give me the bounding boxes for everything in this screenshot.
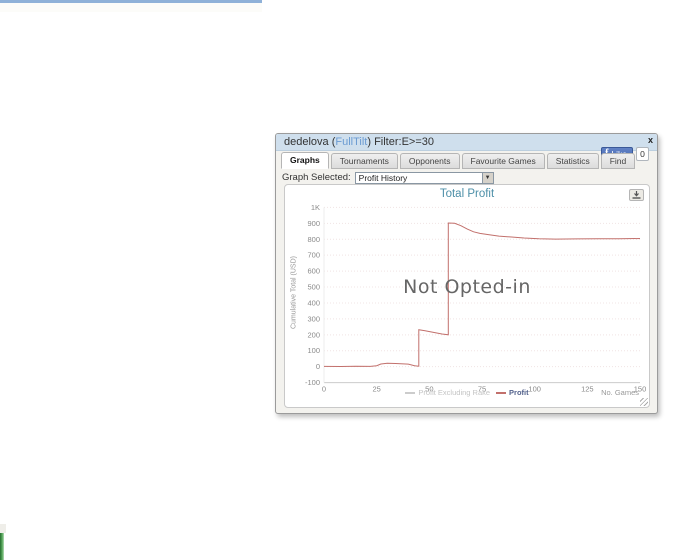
tab-statistics[interactable]: Statistics <box>546 153 599 169</box>
graph-select-value: Profit History <box>358 172 408 183</box>
x-axis-title: No. Games <box>601 388 639 397</box>
tab-favourite-games[interactable]: Favourite Games <box>461 153 545 169</box>
svg-text:1K: 1K <box>311 203 320 212</box>
svg-text:800: 800 <box>307 235 320 244</box>
svg-text:300: 300 <box>307 314 320 323</box>
tab-find[interactable]: Find <box>600 153 636 169</box>
not-opted-in-watermark: Not Opted-in <box>403 276 531 298</box>
svg-text:600: 600 <box>307 267 320 276</box>
svg-text:-100: -100 <box>305 378 320 387</box>
tab-bar: Graphs Tournaments Opponents Favourite G… <box>281 152 637 169</box>
page: dedelova (FullTilt) Filter:E>=30 x f Lik… <box>0 0 700 560</box>
chevron-down-icon[interactable]: ▼ <box>481 172 493 183</box>
resize-grip-icon[interactable] <box>640 398 648 406</box>
svg-text:0: 0 <box>316 362 320 371</box>
page-top-fragment <box>0 3 262 12</box>
tab-opponents[interactable]: Opponents <box>399 153 460 169</box>
legend-item-profit: Profit <box>496 388 529 397</box>
green-edge-fragment <box>0 533 4 560</box>
graph-selector-row: Graph Selected: Profit History ▼ <box>282 171 494 184</box>
legend-swatch-gray <box>405 391 416 394</box>
legend-swatch-red <box>496 391 507 394</box>
svg-text:900: 900 <box>307 219 320 228</box>
svg-text:200: 200 <box>307 330 320 339</box>
tab-graphs[interactable]: Graphs <box>281 152 329 169</box>
popup-title-site: FullTilt <box>335 136 368 148</box>
tab-tournaments[interactable]: Tournaments <box>330 153 398 169</box>
popup-title-suffix: ) Filter:E>=30 <box>367 136 434 148</box>
graph-select-dropdown[interactable]: Profit History ▼ <box>354 171 494 184</box>
green-strip-cap <box>0 524 6 533</box>
legend-label: Profit Excluding Rake <box>418 388 491 397</box>
popup-titlebar: dedelova (FullTilt) Filter:E>=30 x <box>276 134 657 151</box>
close-icon[interactable]: x <box>648 135 653 145</box>
chart-panel: Total Profit Cumulative Total (USD) -100… <box>284 184 650 408</box>
svg-text:700: 700 <box>307 251 320 260</box>
chart-legend: Profit Excluding Rake Profit <box>285 388 649 397</box>
popup-title-prefix: dedelova ( <box>284 136 336 148</box>
svg-text:400: 400 <box>307 298 320 307</box>
like-count-badge: 0 <box>636 147 649 161</box>
svg-text:100: 100 <box>307 346 320 355</box>
legend-label: Profit <box>509 388 529 397</box>
legend-item-profit-excluding-rake: Profit Excluding Rake <box>405 388 490 397</box>
sharkscope-popup: dedelova (FullTilt) Filter:E>=30 x f Lik… <box>275 133 658 414</box>
graph-selector-label: Graph Selected: <box>282 172 351 183</box>
